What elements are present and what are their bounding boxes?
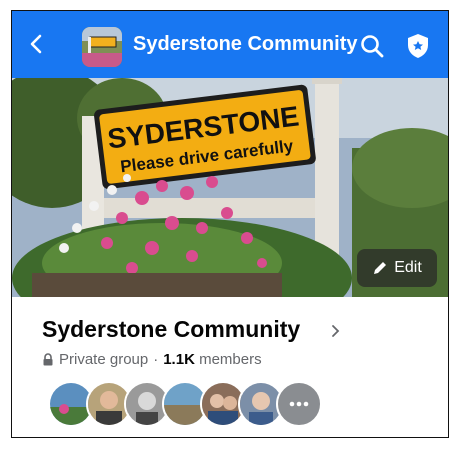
member-count[interactable]: 1.1K members <box>163 351 261 368</box>
edit-label: Edit <box>394 259 422 276</box>
chevron-left-icon[interactable] <box>26 33 48 55</box>
chevron-right-icon[interactable] <box>331 324 341 338</box>
edit-cover-button[interactable]: Edit <box>357 249 437 287</box>
more-members-button[interactable] <box>276 381 322 427</box>
app-frame: Syderstone Community SYDERSTONE Please d… <box>11 10 449 438</box>
shield-icon[interactable] <box>406 33 430 59</box>
top-navigation-bar: Syderstone Community <box>12 11 448 78</box>
header-title[interactable]: Syderstone Community <box>133 33 357 56</box>
group-name[interactable]: Syderstone Community <box>42 316 300 343</box>
group-thumbnail[interactable] <box>82 27 122 67</box>
pencil-icon <box>374 262 387 274</box>
meta-separator: · <box>153 351 159 368</box>
more-dots-icon <box>289 401 309 407</box>
search-icon[interactable] <box>360 34 384 58</box>
lock-icon <box>43 353 53 366</box>
group-meta: Private group · 1.1K members <box>42 351 262 368</box>
privacy-label: Private group <box>59 351 149 368</box>
